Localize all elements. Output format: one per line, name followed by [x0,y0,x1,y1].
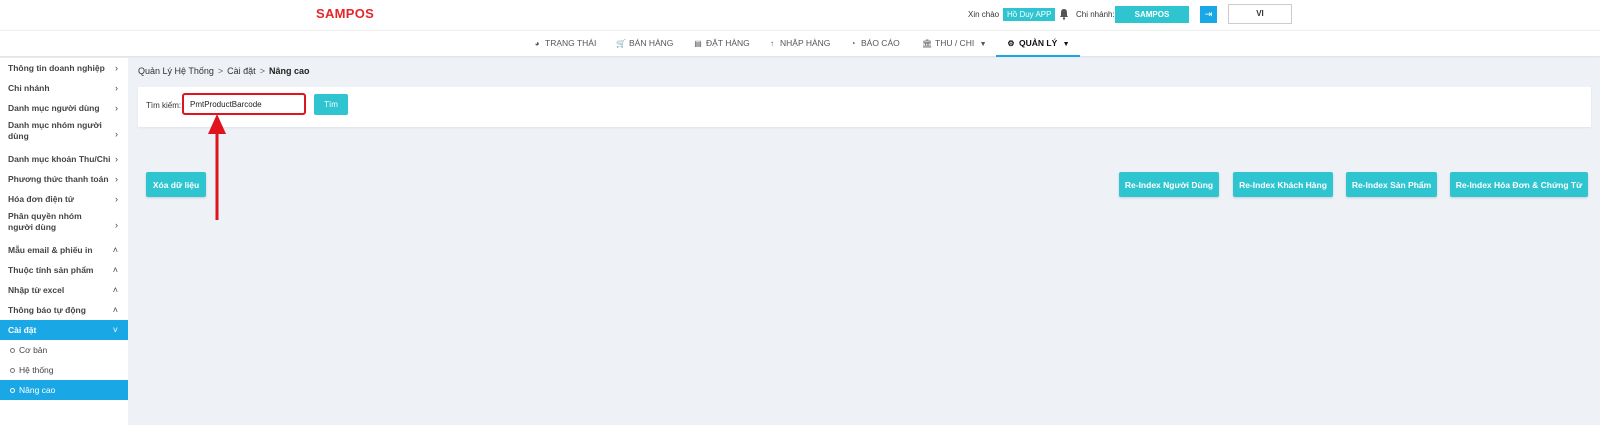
bell-icon[interactable] [1059,8,1069,20]
sidebar-item-hoa-don-dien-tu[interactable]: Hóa đơn điện tử › [0,189,128,209]
circle-icon [10,368,15,374]
sidebar-subitem-he-thong[interactable]: Hệ thống [0,360,128,380]
cart-icon: 🛒 [616,39,626,48]
sidebar-item-thong-tin-doanh-nghiep[interactable]: Thông tin doanh nghiệp › [0,58,128,78]
branch-label: Chi nhánh: [1076,10,1115,19]
breadcrumb-separator: > [259,66,265,76]
sidebar-item-chi-nhanh[interactable]: Chi nhánh › [0,78,128,98]
chevron-right-icon: › [115,194,118,204]
chevron-down-icon: ˅ [112,325,118,335]
sidebar-item-danh-muc-khoan-thu-chi[interactable]: Danh mục khoản Thu/Chi › [0,149,128,169]
sidebar-item-danh-muc-nguoi-dung[interactable]: Danh mục người dùng › [0,98,128,118]
breadcrumb-separator: > [217,66,224,76]
chevron-up-icon: ˄ [112,245,118,255]
chevron-right-icon: › [115,103,118,113]
nav-item-bao-cao[interactable]: ◔ BÁO CÁO [848,31,900,57]
breadcrumb-current: Nâng cao [268,66,310,76]
top-header: SAMPOS Xin chào Hồ Duy APP Chi nhánh: SA… [0,0,1600,30]
logout-button[interactable]: ⇥ [1200,6,1217,23]
caret-down-icon: ▼ [979,41,987,48]
chevron-right-icon: › [115,174,118,184]
chevron-up-icon: ˄ [112,285,118,295]
nav-item-nhap-hang[interactable]: ↑ NHẬP HÀNG [767,31,830,57]
breadcrumb-root[interactable]: Quản Lý Hệ Thống [138,66,214,76]
language-selector[interactable]: VI [1228,4,1292,24]
clear-data-button[interactable]: Xóa dữ liệu [146,172,206,197]
logout-icon: ⇥ [1204,9,1213,19]
nav-item-dat-hang[interactable]: ▤ ĐẶT HÀNG [693,31,750,57]
arrow-up-icon: ↑ [770,39,774,48]
circle-icon [10,388,15,394]
search-button[interactable]: Tìm [314,94,348,115]
sidebar-item-phan-quyen-nhom-nguoi-dung[interactable]: Phân quyền nhóm người dùng › [0,211,128,239]
search-panel: Tìm kiếm: Tìm [138,87,1591,127]
chevron-right-icon: › [115,63,118,73]
chevron-right-icon: › [115,154,118,164]
sidebar: Thông tin doanh nghiệp › Chi nhánh › Danh … [0,58,128,425]
sidebar-item-mau-email-phieu-in[interactable]: Mẫu email & phiếu in ˄ [0,240,128,260]
breadcrumb: Quản Lý Hệ Thống > Cài đặt > Nâng cao [138,66,309,76]
dashboard-icon: ◕ [534,39,540,48]
reindex-invoices-button[interactable]: Re-Index Hóa Đơn & Chứng Từ [1450,172,1588,197]
sidebar-item-nhap-tu-excel[interactable]: Nhập từ excel ˄ [0,280,128,300]
calendar-icon: ▤ [694,39,702,48]
reindex-customers-button[interactable]: Re-Index Khách Hàng [1233,172,1333,197]
main-nav: ◕ TRẠNG THÁI 🛒 BÁN HÀNG ▤ ĐẶT HÀNG ↑ NHẬP HÀ… [0,30,1600,57]
sidebar-item-thong-bao-tu-dong[interactable]: Thông báo tự động ˄ [0,300,128,320]
chevron-right-icon: › [115,83,118,93]
bank-icon: 🏛 [922,39,933,48]
chevron-right-icon: › [115,129,118,139]
sidebar-item-phuong-thuc-thanh-toan[interactable]: Phương thức thanh toán › [0,169,128,189]
caret-down-icon: ▼ [1062,41,1070,48]
greeting-text: Xin chào [968,10,1000,19]
breadcrumb-parent[interactable]: Cài đặt [227,66,256,76]
reindex-products-button[interactable]: Re-Index Sản Phẩm [1346,172,1437,197]
user-name-badge[interactable]: Hồ Duy APP [1003,8,1056,21]
sidebar-item-danh-muc-nhom-nguoi-dung[interactable]: Danh mục nhóm người dùng › [0,120,128,148]
app-logo[interactable]: SAMPOS [316,6,374,21]
chevron-up-icon: ˄ [112,305,118,315]
chevron-up-icon: ˄ [112,265,118,275]
sidebar-subitem-co-ban[interactable]: Cơ bản [0,340,128,360]
circle-icon [10,348,15,354]
nav-item-trang-thai[interactable]: ◕ TRẠNG THÁI [532,31,597,57]
gear-icon: ⚙ [1007,39,1015,48]
nav-item-quan-ly[interactable]: ⚙ QUẢN LÝ ▼ [996,31,1080,57]
branch-selector[interactable]: SAMPOS [1115,6,1189,23]
nav-item-ban-hang[interactable]: 🛒 BÁN HÀNG [616,31,673,57]
chevron-right-icon: › [115,220,118,230]
sidebar-subitem-nang-cao[interactable]: Nâng cao [0,380,128,400]
sidebar-item-cai-dat[interactable]: Cài đặt ˅ [0,320,128,340]
sidebar-item-thuoc-tinh-san-pham[interactable]: Thuộc tính sản phẩm ˄ [0,260,128,280]
search-label: Tìm kiếm: [146,101,182,110]
pie-chart-icon: ◔ [850,39,856,48]
nav-item-thu-chi[interactable]: 🏛 THU / CHI ▼ [922,31,987,57]
annotation-arrow-icon [208,114,226,220]
reindex-users-button[interactable]: Re-Index Người Dùng [1119,172,1219,197]
